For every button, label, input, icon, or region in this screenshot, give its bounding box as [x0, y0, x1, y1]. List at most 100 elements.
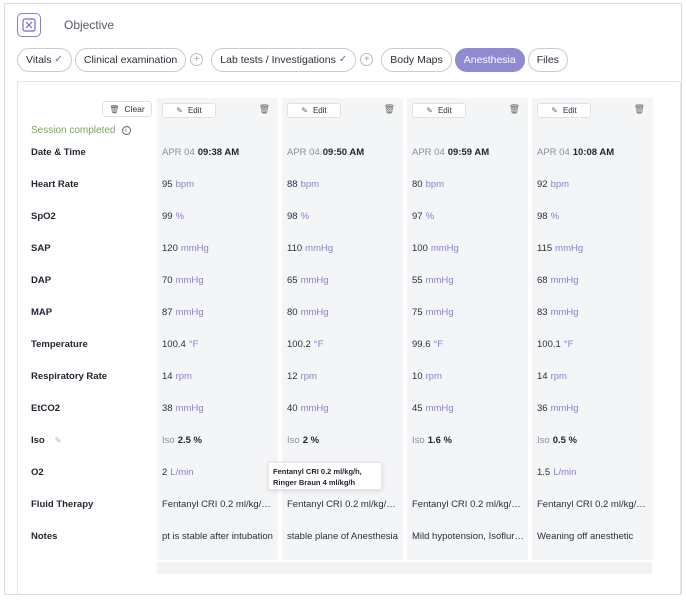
- session-status: Session completed i: [31, 125, 131, 136]
- cell-date: APR 04: [412, 147, 445, 158]
- cell-resp-rate: 10 rpm: [412, 371, 526, 382]
- cell-map: 75 mmHg: [412, 307, 526, 318]
- horizontal-scrollbar[interactable]: [157, 562, 652, 574]
- add-icon[interactable]: +: [190, 53, 204, 66]
- tab-files[interactable]: Files: [527, 47, 568, 72]
- clear-button[interactable]: 🗑 Clear: [102, 101, 152, 117]
- cell-value: 99: [162, 211, 173, 222]
- cell-etco2: 45 mmHg: [412, 403, 526, 414]
- tab-lab-tests[interactable]: Lab tests / Investigations ✓: [211, 47, 357, 72]
- label-temperature: Temperature: [31, 339, 88, 350]
- cell-unit: mmHg: [550, 403, 579, 414]
- tab-label: Body Maps: [390, 53, 443, 66]
- cell-unit: °F: [188, 339, 199, 350]
- cell-value: stable plane of Anesthesia: [287, 531, 398, 542]
- cell-unit: mmHg: [180, 243, 209, 254]
- cell-unit: bpm: [425, 179, 445, 190]
- session-status-text: Session completed: [31, 125, 116, 136]
- tab-vitals[interactable]: Vitals ✓: [17, 47, 72, 72]
- cell-value: 99.6: [412, 339, 431, 350]
- cell-fluid: Fentanyl CRI 0.2 ml/kg/h, Ringer Braun 4…: [162, 499, 276, 510]
- cell-unit: mmHg: [425, 403, 454, 414]
- edit-button[interactable]: ✎ Edit: [537, 103, 591, 118]
- cell-iso: Iso 2.5 %: [162, 435, 276, 446]
- trash-icon: 🗑: [109, 104, 120, 114]
- cell-value: 115: [537, 243, 553, 254]
- cell-sap: 115 mmHg: [537, 243, 651, 254]
- trash-icon[interactable]: 🗑: [259, 104, 270, 115]
- edit-button[interactable]: ✎ Edit: [287, 103, 341, 118]
- cell-temperature: 100.4 °F: [162, 339, 276, 350]
- card-header: Objective: [17, 12, 114, 38]
- cell-value: 80: [287, 307, 298, 318]
- cell-date: APR 04: [537, 147, 570, 158]
- cell-temperature: 100.2 °F: [287, 339, 401, 350]
- cell-value: 70: [162, 275, 173, 286]
- edit-button[interactable]: ✎ Edit: [412, 103, 466, 118]
- tab-body-maps[interactable]: Body Maps: [381, 47, 452, 72]
- edit-label: Edit: [187, 106, 202, 115]
- add-icon[interactable]: +: [360, 53, 374, 66]
- pencil-icon[interactable]: ✎: [55, 436, 62, 445]
- cell-unit: rpm: [175, 371, 192, 382]
- check-icon: ✓: [338, 54, 348, 65]
- tab-clinical-examination[interactable]: Clinical examination: [74, 47, 187, 72]
- anesthesia-panel: 🗑 Clear Session completed i Date & Time …: [17, 81, 681, 594]
- trash-icon[interactable]: 🗑: [509, 104, 520, 115]
- cell-dap: 68 mmHg: [537, 275, 651, 286]
- cell-value: 98: [287, 211, 298, 222]
- cell-resp-rate: 14 rpm: [162, 371, 276, 382]
- tab-bar: Vitals ✓ Clinical examination + Lab test…: [17, 47, 571, 72]
- reading-column: ✎ Edit 🗑 APR 04 09:38 AM 95 bpm 99% 120 mmHg 70 mmH…: [157, 98, 278, 560]
- cell-unit: rpm: [550, 371, 567, 382]
- medical-kit-icon: [17, 13, 41, 37]
- cell-date: APR 04: [162, 147, 195, 158]
- cell-map: 87 mmHg: [162, 307, 276, 318]
- cell-unit: rpm: [300, 371, 317, 382]
- cell-time: 09:50 AM: [322, 147, 365, 158]
- label-datetime: Date & Time: [31, 147, 86, 158]
- cell-map: 83 mmHg: [537, 307, 651, 318]
- cell-value: 100: [412, 243, 428, 254]
- edit-button[interactable]: ✎ Edit: [162, 103, 216, 118]
- cell-o2: 2L/min: [162, 467, 276, 478]
- cell-datetime: APR 04 09:59 AM: [412, 147, 526, 158]
- cell-iso-value: 2.5 %: [177, 435, 202, 446]
- cell-unit: mmHg: [175, 275, 204, 286]
- cell-value: 87: [162, 307, 173, 318]
- edit-icon: ✎: [176, 106, 183, 115]
- info-icon[interactable]: i: [121, 126, 131, 135]
- cell-iso: Iso 2 %: [287, 435, 401, 446]
- cell-value: 110: [287, 243, 303, 254]
- check-icon: ✓: [54, 54, 63, 65]
- trash-icon[interactable]: 🗑: [634, 104, 645, 115]
- tab-anesthesia[interactable]: Anesthesia: [454, 47, 525, 72]
- cell-unit: %: [425, 211, 435, 222]
- cell-unit: %: [175, 211, 185, 222]
- cell-unit: bpm: [550, 179, 570, 190]
- cell-unit: mmHg: [175, 403, 204, 414]
- cell-unit: mmHg: [300, 275, 329, 286]
- tab-label: Clinical examination: [83, 53, 178, 66]
- edit-icon: ✎: [301, 106, 308, 115]
- cell-value: 14: [162, 371, 173, 382]
- cell-dap: 55 mmHg: [412, 275, 526, 286]
- cell-iso-prefix: Iso: [412, 435, 425, 446]
- cell-dap: 65 mmHg: [287, 275, 401, 286]
- cell-value: 120: [162, 243, 178, 254]
- cell-value: 95: [162, 179, 173, 190]
- cell-value: 36: [537, 403, 548, 414]
- cell-value: Mild hypotension, Isoflurane reduced: [412, 531, 526, 542]
- label-sap: SAP: [31, 243, 51, 254]
- cell-value: 68: [537, 275, 548, 286]
- cell-datetime: APR 04 10:08 AM: [537, 147, 651, 158]
- cell-date: APR 04: [287, 147, 320, 158]
- cell-resp-rate: 14 rpm: [537, 371, 651, 382]
- cell-unit: mmHg: [430, 243, 459, 254]
- label-o2: O2: [31, 467, 44, 478]
- trash-icon[interactable]: 🗑: [384, 104, 395, 115]
- cell-heart-rate: 80 bpm: [412, 179, 526, 190]
- tooltip-line: Ringer Braun 4 ml/kg/h: [273, 478, 356, 487]
- cell-heart-rate: 95 bpm: [162, 179, 276, 190]
- cell-time: 09:59 AM: [447, 147, 490, 158]
